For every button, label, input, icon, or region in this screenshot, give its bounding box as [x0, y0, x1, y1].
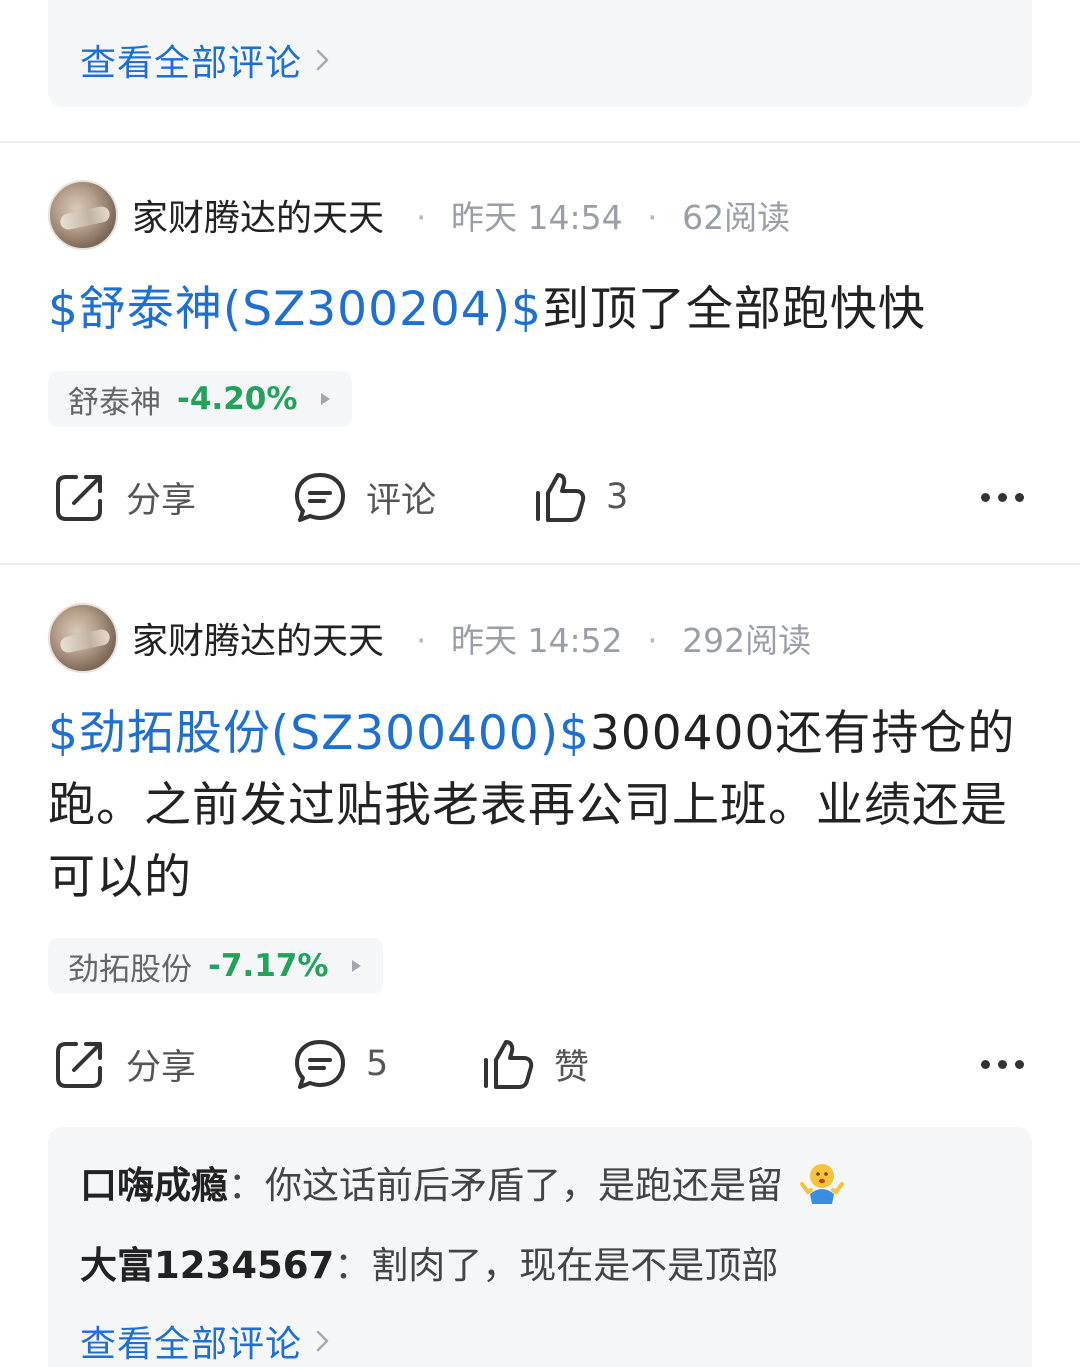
- thumbs-up-icon: [536, 473, 586, 522]
- post-body[interactable]: $劲拓股份(SZ300400)$300400还有持仓的跑。之前发过贴我老表再公司…: [48, 698, 1032, 914]
- author-name[interactable]: 家财腾达的天天: [132, 189, 384, 241]
- comment-icon: [295, 1040, 345, 1089]
- comment-item[interactable]: 大富1234567：割肉了，现在是不是顶部: [80, 1235, 778, 1289]
- comment-text: 你这话前后矛盾了，是跑还是留: [265, 1164, 783, 1207]
- share-icon: [56, 1042, 102, 1088]
- author-name[interactable]: 家财腾达的天天: [132, 612, 384, 664]
- comment-item[interactable]: 口嗨成瘾：你这话前后矛盾了，是跑还是留: [80, 1155, 845, 1209]
- comment-text: 割肉了，现在是不是顶部: [371, 1244, 779, 1287]
- comment-icon: [295, 473, 345, 522]
- play-arrow-icon: [352, 960, 362, 972]
- stock-chip[interactable]: 舒泰神 -4.20%: [48, 371, 353, 427]
- comment-button[interactable]: 评论: [292, 457, 436, 537]
- comment-separator: ：: [334, 1244, 372, 1287]
- post-text: 到顶了全部跑快快: [541, 282, 926, 337]
- post-time: 昨天 14:52: [451, 621, 623, 660]
- dot-icon: [981, 492, 990, 502]
- stock-link[interactable]: $劲拓股份(SZ300400)$: [48, 706, 590, 761]
- comment-button[interactable]: 5: [292, 1024, 388, 1104]
- like-button[interactable]: 赞: [480, 1024, 589, 1104]
- view-all-comments-link[interactable]: 查看全部评论: [80, 1315, 330, 1367]
- play-arrow-icon: [321, 393, 331, 405]
- stock-chip[interactable]: 劲拓股份 -7.17%: [48, 938, 384, 994]
- avatar[interactable]: [48, 180, 118, 250]
- chevron-right-icon: [316, 49, 329, 71]
- stock-chip-name: 劲拓股份: [68, 951, 192, 988]
- post-meta: · 昨天 14:54 · 62阅读: [402, 191, 790, 239]
- dot-icon: [1015, 1059, 1024, 1069]
- avatar[interactable]: [48, 603, 118, 673]
- previous-post-comments: 查看全部评论: [48, 0, 1032, 107]
- commenter-name[interactable]: 口嗨成瘾: [80, 1164, 228, 1207]
- meta-dot: ·: [416, 621, 427, 660]
- share-label: 分享: [126, 1047, 197, 1088]
- dot-icon: [998, 492, 1007, 502]
- stock-chip-change: -7.17%: [208, 948, 329, 984]
- stock-chip-name: 舒泰神: [68, 384, 161, 421]
- comment-separator: ：: [228, 1164, 265, 1207]
- view-all-comments-label: 查看全部评论: [80, 43, 303, 84]
- chevron-right-icon: [316, 1330, 329, 1352]
- commenter-name[interactable]: 大富1234567: [80, 1244, 334, 1287]
- share-button[interactable]: 分享: [52, 457, 196, 537]
- post-header: 家财腾达的天天 · 昨天 14:54 · 62阅读: [48, 180, 790, 250]
- shrug-emoji-icon: [799, 1164, 844, 1204]
- meta-dot: ·: [647, 621, 658, 660]
- dot-icon: [998, 1059, 1007, 1069]
- like-button[interactable]: 3: [532, 457, 628, 537]
- comment-count: 5: [366, 1044, 389, 1084]
- more-options-button[interactable]: [981, 1024, 1024, 1104]
- thumbs-up-icon: [484, 1040, 534, 1089]
- dot-icon: [1015, 492, 1024, 502]
- more-options-button[interactable]: [981, 457, 1024, 537]
- dot-icon: [981, 1059, 990, 1069]
- post-actions: 分享 5 赞: [0, 1024, 1080, 1104]
- post-body[interactable]: $舒泰神(SZ300204)$到顶了全部跑快快: [48, 274, 1032, 346]
- read-count: 62阅读: [682, 198, 791, 237]
- comment-preview: 口嗨成瘾：你这话前后矛盾了，是跑还是留 大富1234567：割肉了，现在是不是顶…: [48, 1127, 1032, 1367]
- post-header: 家财腾达的天天 · 昨天 14:52 · 292阅读: [48, 603, 811, 673]
- post-time: 昨天 14:54: [451, 198, 623, 237]
- post-actions: 分享 评论 3: [0, 457, 1080, 537]
- stock-chip-change: -4.20%: [177, 381, 298, 417]
- comment-label: 评论: [366, 480, 437, 521]
- post-divider: [0, 141, 1080, 143]
- stock-link[interactable]: $舒泰神(SZ300204)$: [48, 282, 542, 337]
- like-label: 赞: [554, 1047, 590, 1088]
- read-count: 292阅读: [682, 621, 812, 660]
- share-icon: [56, 475, 102, 521]
- like-count: 3: [606, 477, 629, 517]
- share-label: 分享: [126, 480, 197, 521]
- post-meta: · 昨天 14:52 · 292阅读: [402, 614, 811, 662]
- post-divider: [0, 563, 1080, 565]
- post-feed: 查看全部评论 家财腾达的天天 · 昨天 14:54 · 62阅读 $舒泰神(SZ…: [0, 0, 1080, 1367]
- view-all-comments-link[interactable]: 查看全部评论: [80, 34, 330, 86]
- view-all-comments-label: 查看全部评论: [80, 1324, 303, 1365]
- meta-dot: ·: [416, 198, 427, 237]
- share-button[interactable]: 分享: [52, 1024, 196, 1104]
- meta-dot: ·: [647, 198, 658, 237]
